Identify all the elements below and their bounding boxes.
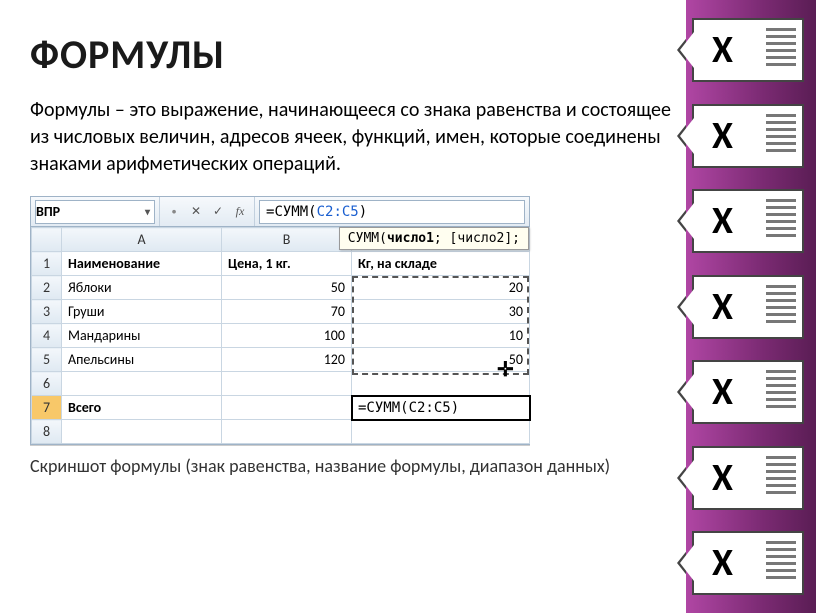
table-row: 1 Наименование Цена, 1 кг. Кг, на складе — [32, 252, 530, 276]
cell[interactable]: Всего — [62, 396, 222, 420]
cell[interactable] — [352, 372, 530, 396]
thumbnail-item[interactable]: X — [692, 189, 804, 253]
cell[interactable] — [352, 420, 530, 444]
caption-text: Скриншот формулы (знак равенства, назван… — [30, 455, 676, 477]
thumbnail-item[interactable]: X — [692, 104, 804, 168]
circle-icon: ● — [166, 204, 182, 220]
formula-range: C2:C5 — [317, 204, 359, 220]
cell[interactable]: Кг, на складе — [352, 252, 530, 276]
cell[interactable]: 20 — [352, 276, 530, 300]
cell[interactable]: 120 — [222, 348, 352, 372]
formula-input[interactable]: =СУММ(C2:C5) — [259, 200, 525, 224]
row-header[interactable]: 2 — [32, 276, 62, 300]
active-cell[interactable]: =СУММ(C2:C5) — [352, 396, 530, 420]
cell[interactable]: Цена, 1 кг. — [222, 252, 352, 276]
name-box-value: ВПР — [36, 203, 60, 220]
cell[interactable]: 10 — [352, 324, 530, 348]
cell[interactable]: Мандарины — [62, 324, 222, 348]
tooltip-fn: СУММ( — [348, 231, 387, 246]
cell[interactable]: 50 — [352, 348, 530, 372]
thumbnail-item[interactable]: X — [692, 446, 804, 510]
col-header-B[interactable]: B — [222, 228, 352, 252]
formula-close: ) — [359, 204, 367, 220]
x-icon: X — [712, 455, 733, 501]
x-icon: X — [712, 540, 733, 586]
cell[interactable] — [62, 420, 222, 444]
x-icon: X — [712, 198, 733, 244]
fx-icon[interactable]: fx — [232, 204, 248, 220]
table-row: 3 Груши 70 30 — [32, 300, 530, 324]
cell[interactable] — [222, 372, 352, 396]
cell[interactable]: 30 — [352, 300, 530, 324]
tooltip-rest: ; [число2]; — [434, 231, 520, 246]
cell[interactable]: Груши — [62, 300, 222, 324]
table-row: 4 Мандарины 100 10 — [32, 324, 530, 348]
select-all-corner[interactable] — [32, 228, 62, 252]
table-row: 2 Яблоки 50 20 — [32, 276, 530, 300]
side-thumbnails: X X X X X X X — [686, 0, 816, 613]
row-header[interactable]: 1 — [32, 252, 62, 276]
thumbnail-item[interactable]: X — [692, 360, 804, 424]
name-box[interactable]: ВПР ▾ — [35, 200, 155, 224]
row-header[interactable]: 3 — [32, 300, 62, 324]
cell[interactable] — [62, 372, 222, 396]
excel-screenshot: ВПР ▾ ● ✕ ✓ fx =СУММ(C2:C5) СУММ(число1;… — [30, 196, 530, 445]
table-row: 7 Всего =СУММ(C2:C5) — [32, 396, 530, 420]
row-header[interactable]: 5 — [32, 348, 62, 372]
enter-icon[interactable]: ✓ — [210, 204, 226, 220]
formula-bar: ВПР ▾ ● ✕ ✓ fx =СУММ(C2:C5) — [31, 197, 529, 227]
tooltip-arg1: число1 — [387, 231, 434, 246]
x-icon: X — [712, 27, 733, 73]
cell[interactable]: 100 — [222, 324, 352, 348]
formula-fn: СУММ( — [274, 204, 316, 220]
description-text: Формулы – это выражение, начинающееся со… — [30, 97, 676, 178]
thumbnail-item[interactable]: X — [692, 275, 804, 339]
page-title: ФОРМУЛЫ — [30, 30, 676, 79]
row-header[interactable]: 6 — [32, 372, 62, 396]
table-row: 8 — [32, 420, 530, 444]
row-header[interactable]: 8 — [32, 420, 62, 444]
cancel-icon[interactable]: ✕ — [188, 204, 204, 220]
cell[interactable]: 50 — [222, 276, 352, 300]
cell[interactable]: Апельсины — [62, 348, 222, 372]
row-header[interactable]: 7 — [32, 396, 62, 420]
x-icon: X — [712, 113, 733, 159]
cell[interactable] — [222, 396, 352, 420]
col-header-A[interactable]: A — [62, 228, 222, 252]
table-row: 6 — [32, 372, 530, 396]
formula-eq: = — [266, 204, 274, 220]
thumbnail-item[interactable]: X — [692, 531, 804, 595]
x-icon: X — [712, 284, 733, 330]
spreadsheet-grid[interactable]: A B C 1 Наименование Цена, 1 кг. Кг, на … — [31, 227, 530, 444]
table-row: 5 Апельсины 120 50 — [32, 348, 530, 372]
function-tooltip: СУММ(число1; [число2]; — [339, 227, 529, 250]
name-box-dropdown-icon[interactable]: ▾ — [145, 205, 150, 218]
thumbnail-item[interactable]: X — [692, 18, 804, 82]
row-header[interactable]: 4 — [32, 324, 62, 348]
cell[interactable] — [222, 420, 352, 444]
cell[interactable]: 70 — [222, 300, 352, 324]
cell[interactable]: Наименование — [62, 252, 222, 276]
x-icon: X — [712, 369, 733, 415]
cell[interactable]: Яблоки — [62, 276, 222, 300]
